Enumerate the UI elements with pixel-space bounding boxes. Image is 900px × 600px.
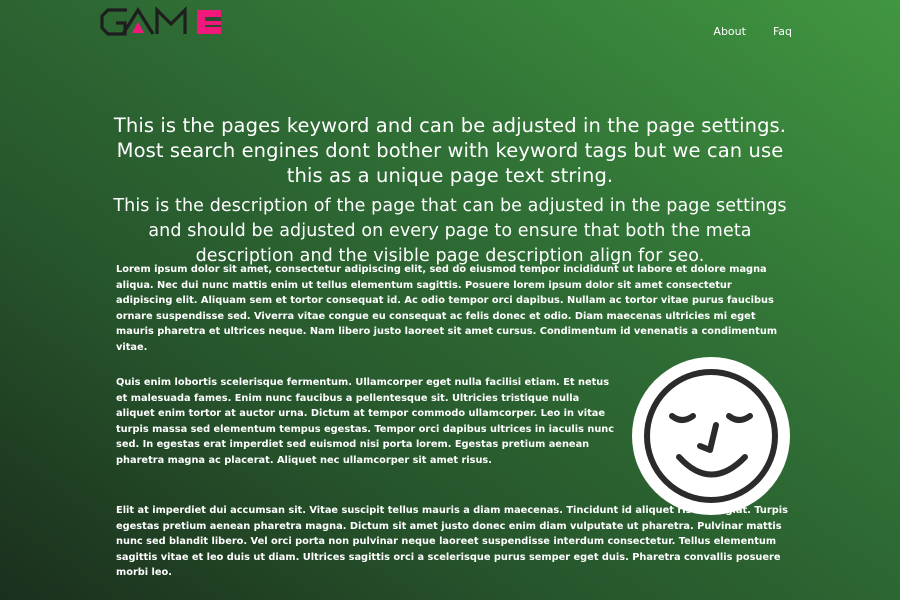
smiley-face-icon [632,357,790,515]
site-header: About Faq [0,0,900,60]
page-description-heading: This is the description of the page that… [113,196,787,266]
main-nav: About Faq [713,25,792,38]
hero-section: This is the pages keyword and can be adj… [100,113,800,269]
nav-about-link[interactable]: About [713,25,746,38]
nav-faq-link[interactable]: Faq [773,25,792,38]
content-paragraph-2: Quis enim lobortis scelerisque fermentum… [116,377,615,466]
content-paragraph-3: Elit at imperdiet dui accumsan sit. Vita… [116,505,788,579]
game-logo[interactable] [99,6,225,38]
content-paragraph-1: Lorem ipsum dolor sit amet, consectetur … [116,264,778,353]
page-keyword-heading: This is the pages keyword and can be adj… [113,114,787,187]
